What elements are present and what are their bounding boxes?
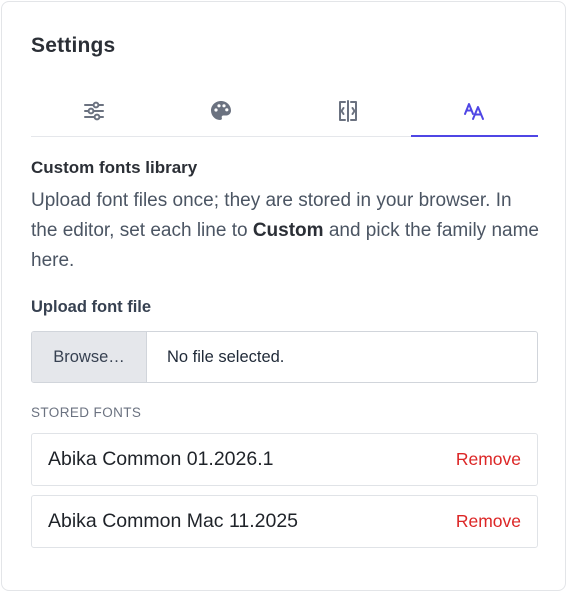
tab-palette[interactable] — [158, 86, 285, 136]
browse-button[interactable]: Browse… — [32, 332, 147, 382]
font-name: Abika Common 01.2026.1 — [48, 448, 274, 470]
palette-icon — [209, 99, 233, 123]
stored-font-row: Abika Common Mac 11.2025 Remove — [31, 495, 538, 548]
custom-fonts-heading: Custom fonts library — [31, 158, 198, 177]
stored-fonts-label: STORED FONTS — [31, 405, 142, 420]
panel-title: Settings — [31, 34, 116, 57]
custom-fonts-description: Upload font files once; they are stored … — [31, 186, 541, 276]
tab-typography[interactable] — [411, 86, 538, 137]
sliders-icon — [83, 101, 105, 121]
description-emphasis: Custom — [252, 220, 324, 241]
remove-font-button[interactable]: Remove — [456, 511, 521, 532]
tab-sliders[interactable] — [31, 86, 158, 136]
font-file-input[interactable]: Browse… No file selected. — [31, 331, 538, 383]
spacing-icon — [337, 100, 359, 122]
file-status-text: No file selected. — [167, 347, 285, 366]
font-name: Abika Common Mac 11.2025 — [48, 510, 299, 532]
stored-font-row: Abika Common 01.2026.1 Remove — [31, 433, 538, 486]
settings-tabs — [31, 86, 538, 137]
font-size-icon — [463, 101, 487, 121]
upload-font-label: Upload font file — [31, 298, 152, 316]
remove-font-button[interactable]: Remove — [456, 449, 521, 470]
tab-spacing[interactable] — [285, 86, 412, 136]
